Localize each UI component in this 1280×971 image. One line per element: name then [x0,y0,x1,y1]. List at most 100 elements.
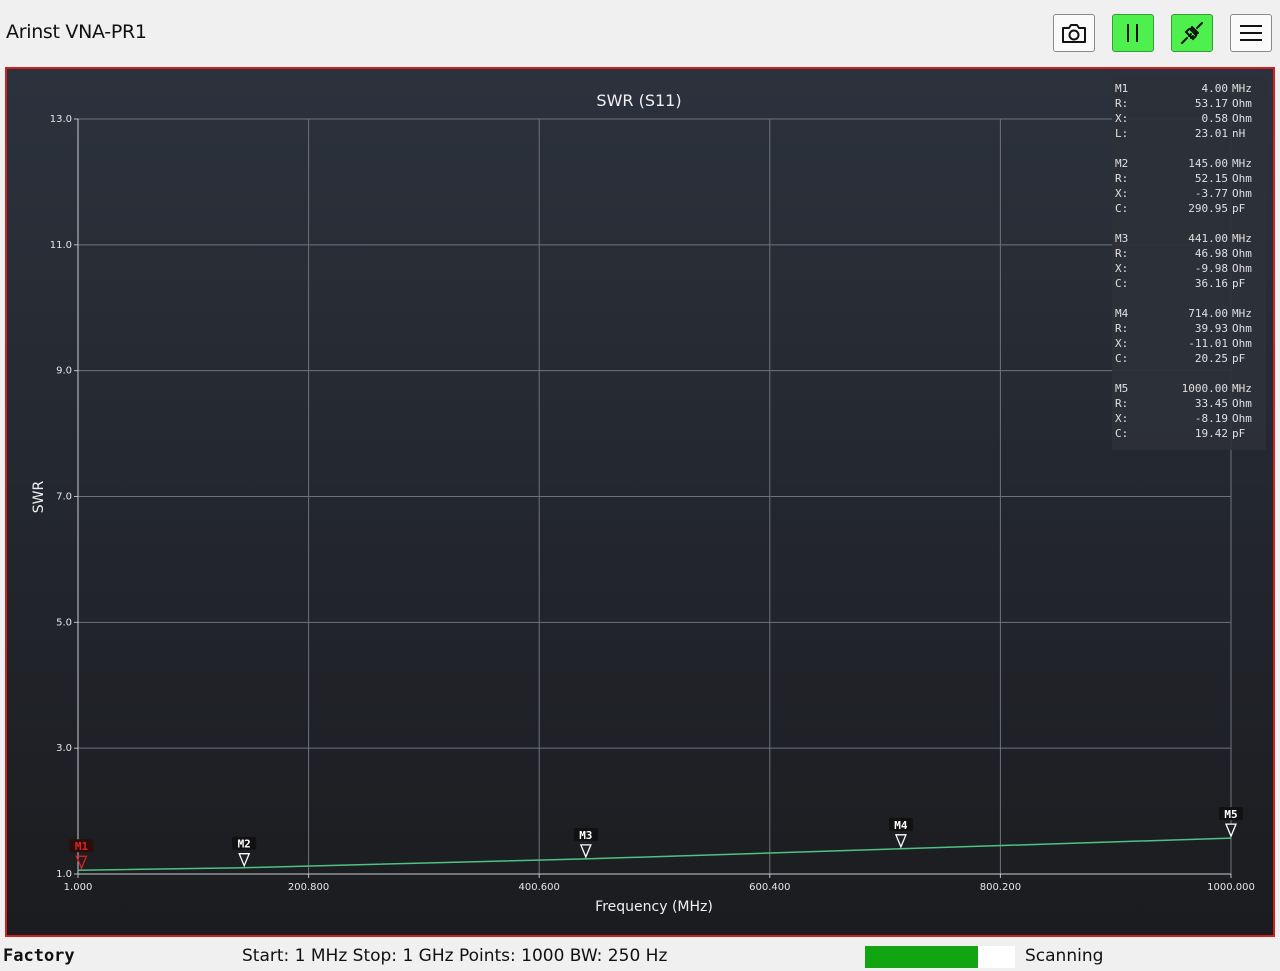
readout-value: 20.25 [1195,352,1228,365]
x-tick-label: 200.800 [288,882,329,893]
scan-progress-bar [865,946,1015,968]
scan-progress-fill [865,946,978,968]
readout-unit: MHz [1232,232,1252,245]
marker-triangle [579,844,592,859]
readout-key: M2 [1115,157,1128,170]
readout-value: 714.00 [1188,307,1228,320]
y-tick-label: 1.0 [56,869,72,880]
readout-key: R: [1115,397,1128,410]
readout-value: -9.98 [1195,262,1228,275]
readout-key: X: [1115,337,1128,350]
app-title: Arinst VNA-PR1 [6,21,147,43]
readout-value: 1000.00 [1182,382,1228,395]
calibration-profile-label: Factory [3,946,75,966]
scan-status-label: Scanning [1025,946,1104,966]
y-tick-label: 9.0 [56,366,72,377]
readout-value: 23.01 [1195,127,1228,140]
marker-triangle [1225,823,1237,838]
readout-key: M3 [1115,232,1128,245]
marker-label: M3 [579,829,592,842]
x-tick-label: 600.400 [749,882,790,893]
menu-button[interactable] [1230,14,1272,52]
readout-key: C: [1115,352,1128,365]
readout-value: -8.19 [1195,412,1228,425]
readout-key: C: [1115,427,1128,440]
title-bar: Arinst VNA-PR1 [0,0,1280,66]
sweep-settings-label: Start: 1 MHz Stop: 1 GHz Points: 1000 BW… [242,946,668,966]
readout-value: 36.16 [1195,277,1228,290]
readout-key: X: [1115,412,1128,425]
marker-triangle [894,834,907,849]
swr-chart[interactable]: 1.000 200.800 400.600 600.400 800.200 1000.00… [7,69,1273,935]
readout-value: -3.77 [1195,187,1228,200]
marker-m1: M1 [69,839,94,870]
readout-unit: MHz [1232,82,1252,95]
camera-icon [1062,24,1086,43]
readout-key: L: [1115,127,1128,140]
readout-unit: nH [1232,127,1245,140]
readout-key: R: [1115,97,1128,110]
readout-key: R: [1115,322,1128,335]
readout-unit: Ohm [1232,247,1252,260]
readout-unit: MHz [1232,307,1252,320]
status-bar: Factory Start: 1 MHz Stop: 1 GHz Points:… [0,941,1280,971]
readout-key: M1 [1115,82,1128,95]
readout-value: 0.58 [1202,112,1229,125]
readout-key: X: [1115,112,1128,125]
readout-unit: pF [1232,352,1245,365]
readout-unit: MHz [1232,157,1252,170]
readout-key: R: [1115,172,1128,185]
pause-icon [1127,24,1138,42]
x-axis-label: Frequency (MHz) [595,899,713,915]
readout-unit: Ohm [1232,97,1252,110]
y-tick-label: 13.0 [50,114,72,125]
readout-unit: Ohm [1232,397,1252,410]
readout-key: X: [1115,187,1128,200]
readout-unit: Ohm [1232,337,1252,350]
y-tick-label: 7.0 [56,492,72,503]
readout-value: 46.98 [1195,247,1228,260]
readout-key: M4 [1115,307,1129,320]
readout-value: 33.45 [1195,397,1228,410]
readout-unit: pF [1232,427,1245,440]
readout-key: C: [1115,202,1128,215]
readout-key: R: [1115,247,1128,260]
screenshot-button[interactable] [1053,14,1095,52]
pause-button[interactable] [1112,14,1154,52]
readout-value: 52.15 [1195,172,1228,185]
readout-unit: Ohm [1232,412,1252,425]
marker-label: M2 [238,838,251,851]
x-tick-label: 1.000 [64,882,93,893]
chart-title: SWR (S11) [596,91,681,110]
readout-value: 4.00 [1202,82,1229,95]
x-tick-label: 400.600 [519,882,560,893]
marker-label: M5 [1224,808,1237,821]
y-axis-label: SWR [31,481,47,514]
readout-unit: MHz [1232,382,1252,395]
readout-key: M5 [1115,382,1128,395]
x-tick-label: 800.200 [980,882,1021,893]
y-tick-label: 11.0 [50,240,72,251]
marker-m2: M2 [232,836,257,868]
readout-value: 19.42 [1195,427,1228,440]
readout-key: C: [1115,277,1128,290]
readout-value: -11.01 [1188,337,1228,350]
readout-value: 290.95 [1188,202,1228,215]
marker-label: M1 [75,840,89,853]
marker-m4: M4 [888,817,913,849]
connect-button[interactable] [1171,14,1213,52]
plug-connected-icon [1181,22,1203,44]
readout-value: 53.17 [1195,97,1228,110]
readout-unit: Ohm [1232,112,1252,125]
readout-value: 441.00 [1188,232,1228,245]
marker-triangle [238,853,251,868]
readout-value: 39.93 [1195,322,1228,335]
readout-key: X: [1115,262,1128,275]
readout-unit: pF [1232,277,1245,290]
marker-m3: M3 [573,827,598,859]
y-tick-label: 5.0 [56,617,72,628]
chart-panel[interactable]: 1.000 200.800 400.600 600.400 800.200 1000.00… [5,67,1275,937]
marker-label: M4 [894,819,908,832]
readout-value: 145.00 [1188,157,1228,170]
readout-unit: Ohm [1232,322,1252,335]
